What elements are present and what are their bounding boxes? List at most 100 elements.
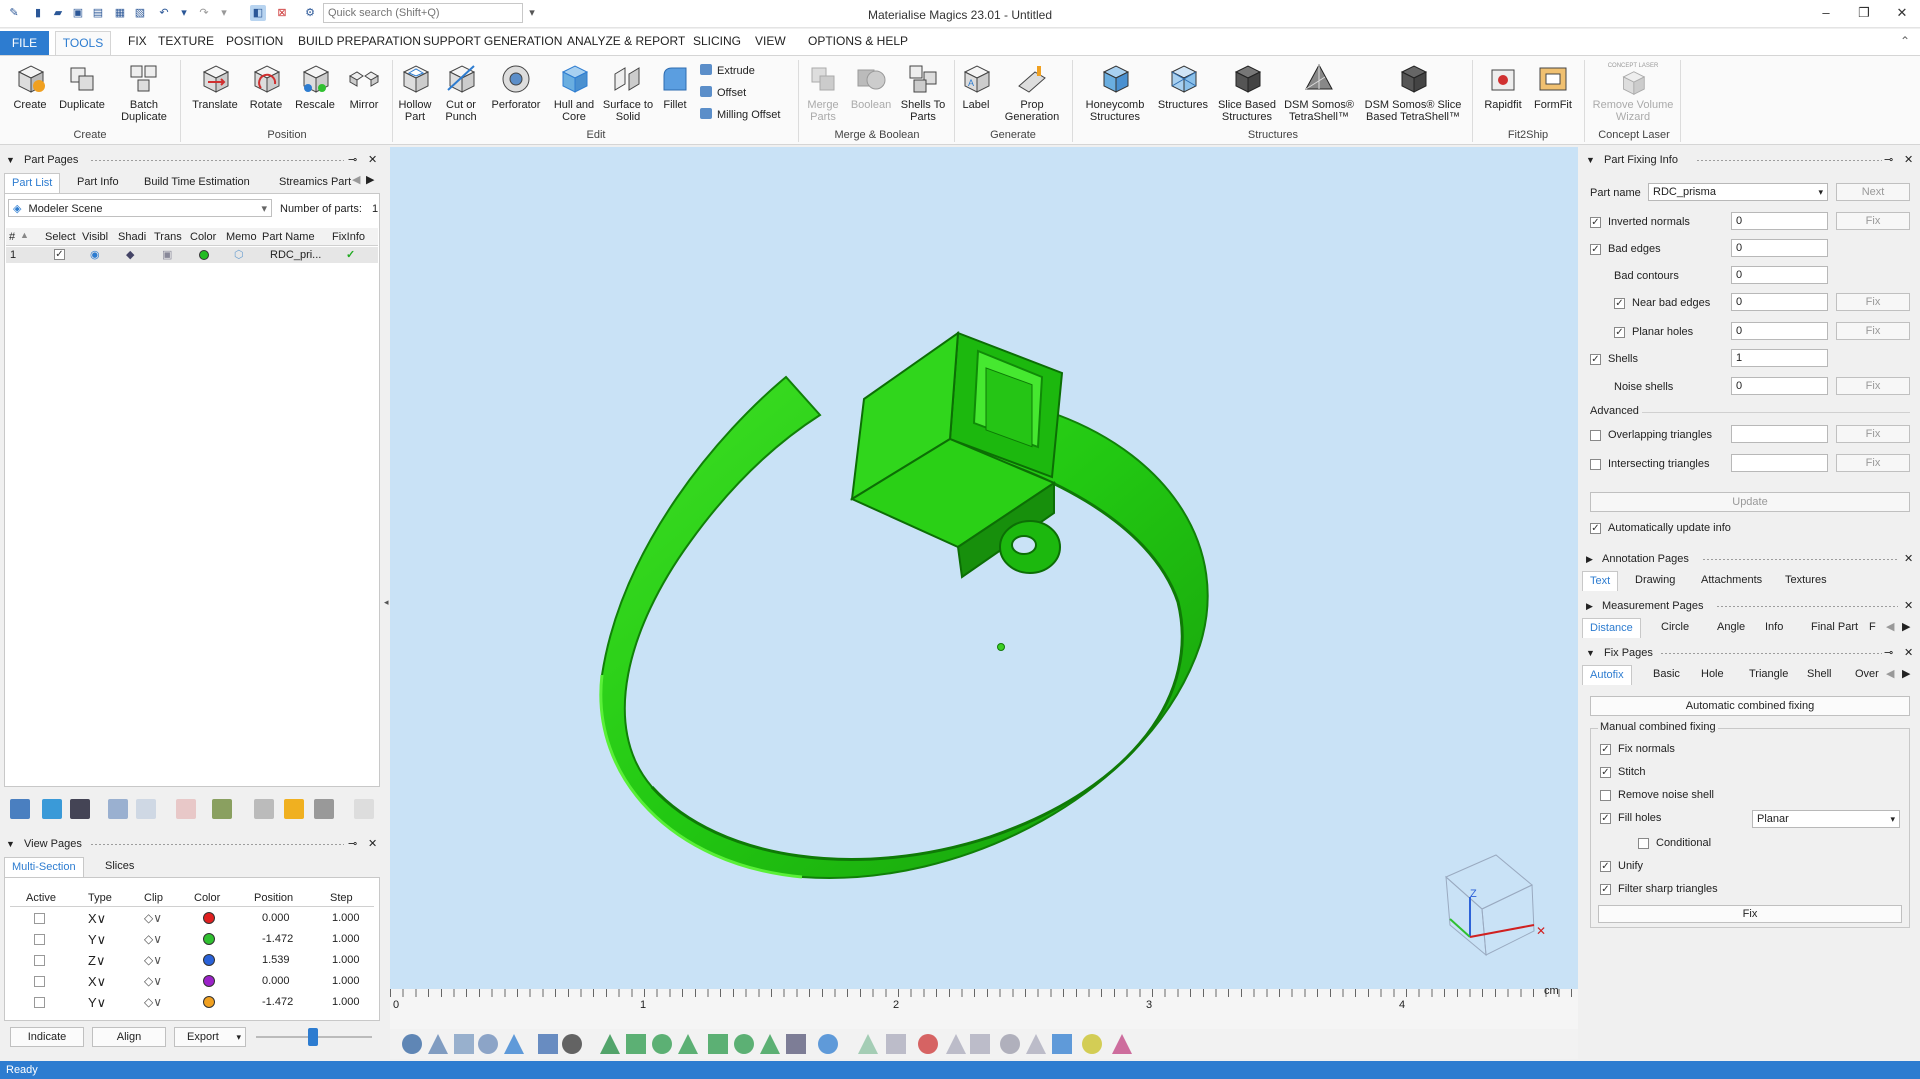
table-row[interactable]: X∨ ◇∨ 0.000 1.000 — [10, 972, 374, 992]
menu-fix[interactable]: FIX — [128, 34, 147, 48]
3d-viewport[interactable]: Z ✕ 0 1 2 3 4 cm — [390, 147, 1578, 1029]
table-row[interactable]: Y∨ ◇∨ -1.472 1.000 — [10, 930, 374, 950]
fix-option-checkbox[interactable]: ✓ — [1600, 744, 1611, 755]
select-plane-icon[interactable] — [626, 1034, 646, 1054]
select-shell-icon[interactable] — [678, 1034, 698, 1054]
tab-basic[interactable]: Basic — [1646, 665, 1687, 685]
fix-info-fix-button[interactable]: Fix — [1836, 322, 1910, 340]
clip-icon[interactable]: ◇∨ — [144, 974, 162, 988]
undo-menu-icon[interactable]: ▾ — [176, 5, 192, 21]
maximize-button[interactable]: ❐ — [1846, 2, 1882, 24]
tab-drawing[interactable]: Drawing — [1628, 571, 1682, 591]
save-icon[interactable]: ▣ — [70, 5, 86, 21]
part-color-swatch[interactable] — [199, 250, 209, 260]
section-color[interactable] — [203, 996, 215, 1008]
section-color[interactable] — [203, 912, 215, 924]
table-row[interactable]: Z∨ ◇∨ 1.539 1.000 — [10, 951, 374, 971]
close-panel-icon[interactable]: ✕ — [1904, 597, 1913, 615]
hollow-part-button[interactable]: Hollow Part — [396, 62, 434, 123]
close-panel-icon[interactable]: ✕ — [368, 835, 377, 853]
tab-multi-section[interactable]: Multi-Section — [4, 857, 84, 877]
menu-build-preparation[interactable]: BUILD PREPARATION — [298, 34, 421, 48]
rotate-button[interactable]: Rotate — [246, 62, 286, 111]
fix-option-checkbox[interactable]: ✓ — [1600, 861, 1611, 872]
remove-volume-wizard-button[interactable]: CONCEPT LASER Remove Volume Wizard — [1590, 62, 1676, 123]
fix-option-checkbox[interactable] — [1638, 838, 1649, 849]
collapse-ribbon-icon[interactable]: ⌃ — [1900, 34, 1910, 48]
tab-info[interactable]: Info — [1758, 618, 1790, 638]
edit-memo-icon[interactable] — [254, 799, 274, 819]
extrude-button[interactable]: Extrude — [700, 64, 755, 77]
list-options-icon[interactable] — [354, 799, 374, 819]
redo-icon[interactable]: ↷ — [196, 5, 212, 21]
merge-parts-button[interactable]: Merge Parts — [802, 62, 844, 123]
honeycomb-structures-button[interactable]: Honeycomb Structures — [1078, 62, 1152, 123]
clip-icon[interactable]: ◇∨ — [144, 911, 162, 925]
menu-view[interactable]: VIEW — [755, 34, 786, 48]
fix-info-fix-button[interactable]: Fix — [1836, 377, 1910, 395]
close-panel-icon[interactable]: ✕ — [1904, 550, 1913, 568]
label-part-icon[interactable] — [284, 799, 304, 819]
expand-triangle-icon[interactable]: ▶ — [1586, 601, 1593, 611]
collapse-triangle-icon[interactable]: ▼ — [1586, 155, 1595, 165]
fix-info-checkbox[interactable]: ✓ — [1614, 298, 1625, 309]
fix-option-checkbox[interactable] — [1600, 790, 1611, 801]
menu-options-help[interactable]: OPTIONS & HELP — [808, 34, 908, 48]
tab-final-part[interactable]: Final Part — [1804, 618, 1865, 638]
tab-part-list[interactable]: Part List — [4, 173, 61, 193]
tab-text[interactable]: Text — [1582, 571, 1619, 591]
pin-icon[interactable]: ⊸ — [1884, 644, 1893, 662]
unload-part-icon[interactable] — [176, 799, 196, 819]
zoom-extents-icon[interactable] — [454, 1034, 474, 1054]
scene-icon[interactable]: ◧ — [250, 5, 266, 21]
menu-analyze-report[interactable]: ANALYZE & REPORT — [567, 34, 685, 48]
quick-search-input[interactable] — [323, 3, 523, 23]
load-part-icon[interactable] — [10, 799, 30, 819]
triangle-mode-icon[interactable] — [1112, 1034, 1132, 1054]
active-checkbox[interactable] — [34, 934, 45, 945]
mirror-button[interactable]: Mirror — [344, 62, 384, 111]
section-position[interactable]: -1.472 — [262, 933, 293, 945]
fix-info-checkbox[interactable]: ✓ — [1590, 244, 1601, 255]
section-position[interactable]: 0.000 — [262, 975, 290, 987]
auto-update-checkbox[interactable]: ✓ — [1590, 523, 1601, 534]
pin-icon[interactable]: ⊸ — [348, 835, 357, 853]
tab-scroll-right-icon[interactable]: ▶ — [1902, 667, 1910, 680]
next-button[interactable]: Next — [1836, 183, 1910, 201]
zoom-selected-icon[interactable] — [478, 1034, 498, 1054]
duplicate-button[interactable]: Duplicate — [56, 62, 108, 111]
dsm-tetrashell-button[interactable]: DSM Somos® TetraShell™ — [1282, 62, 1356, 123]
drag-handle[interactable] — [1696, 159, 1882, 162]
col-fixinfo[interactable]: FixInfo — [332, 231, 365, 243]
section-step[interactable]: 1.000 — [332, 912, 360, 924]
color-parts-icon[interactable] — [212, 799, 232, 819]
create-button[interactable]: Create — [10, 62, 50, 111]
fix-option-checkbox[interactable]: ✓ — [1600, 767, 1611, 778]
scene-select[interactable]: ◈ Modeler Scene ▾ — [8, 199, 272, 217]
tab-scroll-right-icon[interactable]: ▶ — [366, 173, 374, 186]
clip-icon[interactable]: ◇∨ — [144, 995, 162, 1009]
rapidfit-button[interactable]: Rapidfit — [1478, 62, 1528, 111]
section-color[interactable] — [203, 954, 215, 966]
table-row[interactable]: Y∨ ◇∨ -1.472 1.000 — [10, 993, 374, 1013]
select-marked-icon[interactable] — [786, 1034, 806, 1054]
sort-up-icon[interactable]: ▲ — [20, 230, 29, 240]
menu-texture[interactable]: TEXTURE — [158, 34, 214, 48]
update-button[interactable]: Update — [1590, 492, 1910, 512]
view-cube-icon[interactable] — [504, 1034, 524, 1054]
milling-offset-button[interactable]: Milling Offset — [700, 108, 780, 121]
tab-overlap[interactable]: Over — [1848, 665, 1886, 685]
export-button[interactable]: Export ▾ — [174, 1027, 246, 1047]
memo-icon[interactable]: ⬡ — [234, 248, 244, 261]
select-lasso-icon[interactable] — [734, 1034, 754, 1054]
part-name-cell[interactable]: RDC_pri... — [270, 249, 321, 261]
section-type[interactable]: X∨ — [88, 911, 106, 927]
fillet-button[interactable]: Fillet — [658, 62, 692, 111]
active-checkbox[interactable] — [34, 913, 45, 924]
drag-handle[interactable] — [1716, 605, 1898, 608]
customize-toolbar-icon[interactable]: ▾ — [524, 5, 540, 21]
wireframe-triangles-icon[interactable] — [1082, 1034, 1102, 1054]
formfit-button[interactable]: FormFit — [1530, 62, 1576, 111]
section-type[interactable]: Z∨ — [88, 953, 105, 969]
mark-part-icon[interactable] — [818, 1034, 838, 1054]
